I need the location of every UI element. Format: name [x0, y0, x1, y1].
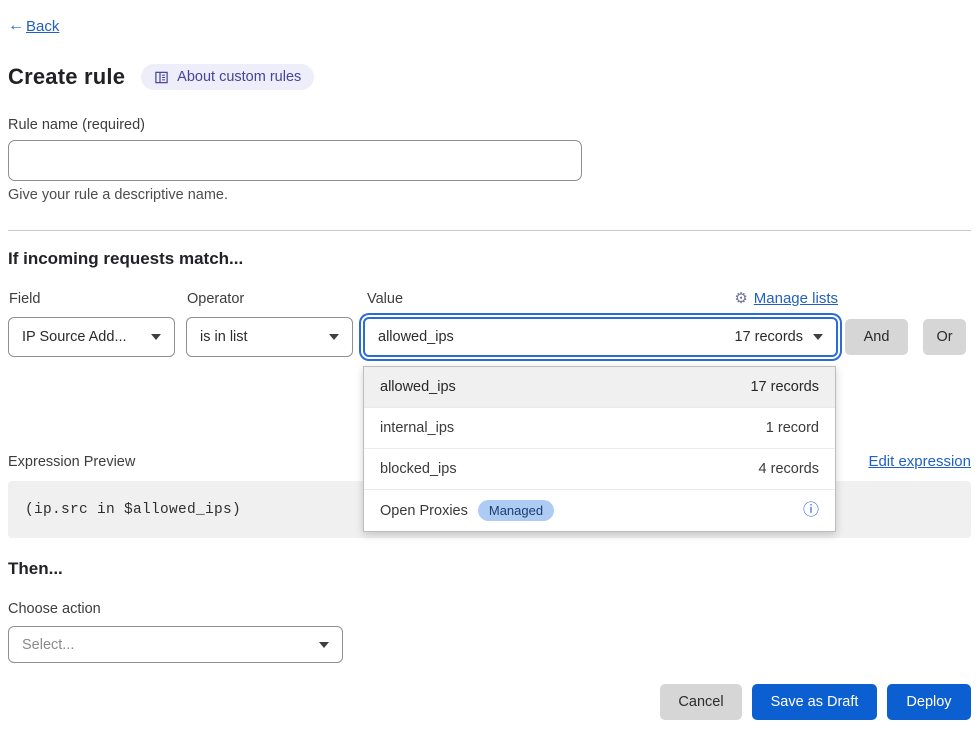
list-item-count: 17 records — [750, 379, 819, 395]
expression-code: (ip.src in $allowed_ips) — [25, 502, 241, 518]
operator-select[interactable]: is in list — [186, 317, 353, 357]
manage-lists-label[interactable]: Manage lists — [754, 290, 838, 307]
choose-action-select[interactable]: Select... — [8, 626, 343, 663]
value-select-value: allowed_ips — [378, 329, 454, 345]
deploy-button[interactable]: Deploy — [887, 684, 971, 720]
managed-badge: Managed — [478, 500, 554, 521]
gear-icon: ⚙ — [734, 289, 747, 307]
chevron-down-icon — [151, 334, 161, 340]
page-title: Create rule — [8, 64, 125, 90]
value-select[interactable]: allowed_ips 17 records — [363, 317, 838, 357]
operator-select-value: is in list — [200, 329, 248, 345]
rule-name-input[interactable] — [8, 140, 582, 181]
field-select[interactable]: IP Source Add... — [8, 317, 175, 357]
chevron-down-icon — [329, 334, 339, 340]
value-select-record-count: 17 records — [734, 329, 803, 345]
field-label: Field — [9, 291, 40, 307]
manage-lists-link[interactable]: ⚙ Manage lists — [734, 289, 838, 307]
list-item-open-proxies[interactable]: Open Proxies Managed ⓘ — [364, 490, 835, 531]
expression-preview-label: Expression Preview — [8, 454, 135, 470]
value-dropdown-menu: allowed_ips 17 records internal_ips 1 re… — [363, 366, 836, 532]
section-divider — [8, 230, 971, 231]
list-item-name: blocked_ips — [380, 461, 457, 477]
list-item-internal-ips[interactable]: internal_ips 1 record — [364, 408, 835, 449]
back-link[interactable]: ← Back — [8, 17, 59, 35]
field-select-value: IP Source Add... — [22, 329, 127, 345]
value-label: Value — [367, 291, 403, 307]
operator-label: Operator — [187, 291, 244, 307]
about-custom-rules-label: About custom rules — [177, 69, 301, 85]
back-arrow-icon: ← — [8, 17, 24, 35]
list-item-count: 4 records — [759, 461, 819, 477]
save-as-draft-button[interactable]: Save as Draft — [752, 684, 877, 720]
list-item-name: allowed_ips — [380, 379, 456, 395]
rule-name-helper-text: Give your rule a descriptive name. — [8, 187, 228, 203]
list-item-blocked-ips[interactable]: blocked_ips 4 records — [364, 449, 835, 490]
info-icon[interactable]: ⓘ — [803, 503, 819, 519]
or-button[interactable]: Or — [923, 319, 966, 355]
list-item-name: Open Proxies — [380, 503, 468, 519]
about-custom-rules-link[interactable]: About custom rules — [141, 64, 314, 90]
rule-name-label: Rule name (required) — [8, 117, 145, 133]
chevron-down-icon — [813, 334, 823, 340]
title-row: Create rule About custom rules — [8, 64, 314, 90]
cancel-button[interactable]: Cancel — [660, 684, 742, 720]
edit-expression-link[interactable]: Edit expression — [868, 453, 971, 470]
chevron-down-icon — [319, 642, 329, 648]
and-button[interactable]: And — [845, 319, 908, 355]
list-item-name: internal_ips — [380, 420, 454, 436]
list-item-count: 1 record — [766, 420, 819, 436]
back-link-label[interactable]: Back — [26, 18, 59, 35]
match-section-heading: If incoming requests match... — [8, 249, 243, 269]
list-item-allowed-ips[interactable]: allowed_ips 17 records — [364, 367, 835, 408]
then-section-heading: Then... — [8, 559, 63, 579]
choose-action-label: Choose action — [8, 601, 101, 617]
book-icon — [154, 70, 169, 85]
choose-action-placeholder: Select... — [22, 637, 74, 653]
create-rule-page: ← Back Create rule About custom rules Ru… — [0, 0, 979, 739]
